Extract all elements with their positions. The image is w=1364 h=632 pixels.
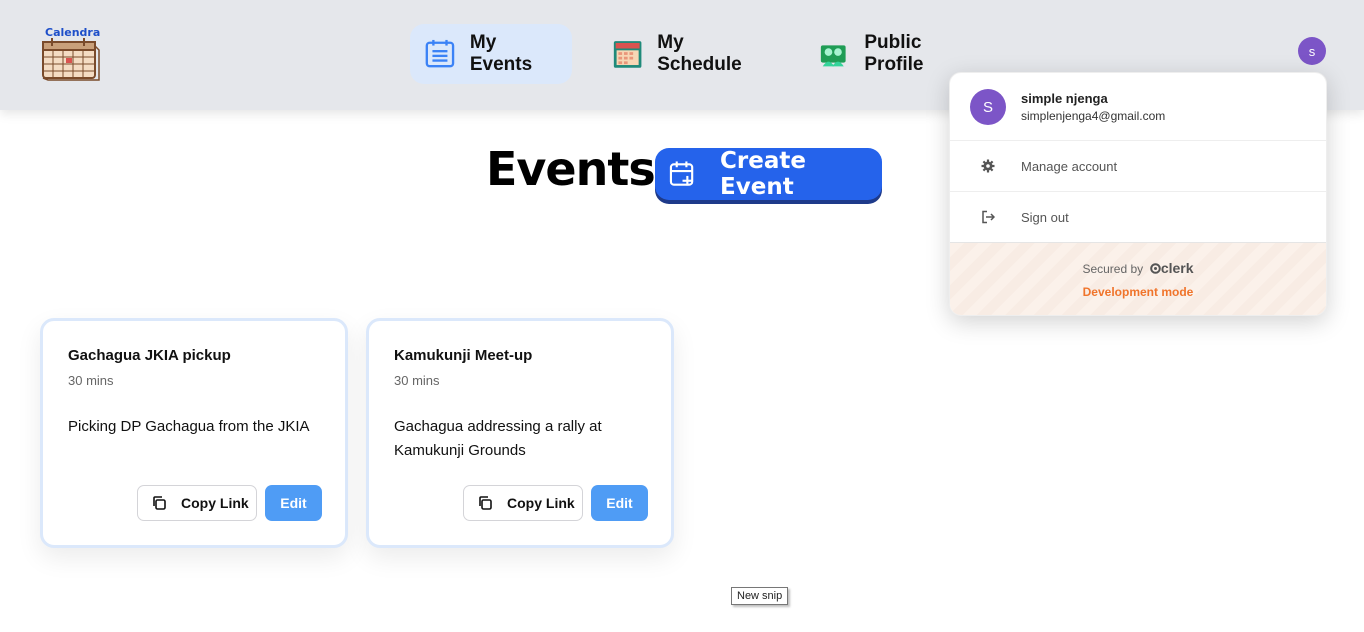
copy-icon <box>153 496 166 510</box>
page-title: Events <box>486 142 656 196</box>
copy-link-button[interactable]: Copy Link <box>463 485 583 521</box>
development-mode-label: Development mode <box>1082 285 1194 299</box>
secured-by-footer: Secured by clerk Development mode <box>950 243 1326 315</box>
copy-link-label: Copy Link <box>507 495 575 511</box>
user-avatar-button[interactable]: s <box>1298 37 1326 65</box>
clerk-logo-icon[interactable]: clerk <box>1147 260 1194 276</box>
event-card: Gachagua JKIA pickup 30 mins Picking DP … <box>40 318 348 548</box>
nav-my-schedule[interactable]: My Schedule <box>598 24 778 84</box>
edit-button[interactable]: Edit <box>265 485 322 521</box>
manage-account-label: Manage account <box>1021 158 1118 174</box>
tooltip: New snip <box>731 587 789 605</box>
user-name: simple njenga <box>1021 91 1108 106</box>
edit-button[interactable]: Edit <box>591 485 648 521</box>
user-info: S simple njenga simplenjenga4@gmail.com <box>950 73 1326 141</box>
secured-by-text: Secured by clerk <box>950 260 1326 276</box>
event-duration: 30 mins <box>394 373 440 388</box>
sign-out-label: Sign out <box>1021 209 1069 225</box>
profile-group-icon <box>820 45 846 67</box>
copy-link-button[interactable]: Copy Link <box>137 485 257 521</box>
event-duration: 30 mins <box>68 373 114 388</box>
calendra-logo[interactable]: Calendra <box>40 24 102 82</box>
nav-my-events[interactable]: My Events <box>410 24 572 84</box>
calendar-logo-icon <box>42 38 100 81</box>
create-event-label: Create Event <box>720 148 806 200</box>
copy-icon <box>479 496 492 510</box>
nav-label: My Events <box>469 32 533 75</box>
event-name: Gachagua JKIA pickup <box>68 347 231 364</box>
sign-out-icon <box>982 210 995 224</box>
secured-by-label: Secured by <box>1082 262 1144 276</box>
event-description: Gachagua addressing a rally at Kamukunji… <box>394 418 602 459</box>
event-name: Kamukunji Meet-up <box>394 347 533 364</box>
create-event-button[interactable]: Create Event <box>655 148 882 200</box>
schedule-icon <box>613 41 642 68</box>
calendar-plus-icon <box>669 161 694 186</box>
user-menu-popover: S simple njenga simplenjenga4@gmail.com … <box>949 72 1327 316</box>
nav-label: My Schedule <box>657 32 742 75</box>
sign-out-button[interactable]: Sign out <box>950 192 1326 243</box>
nav-label: Public Profile <box>864 32 924 75</box>
avatar: S <box>970 89 1006 125</box>
clerk-brand: clerk <box>1160 260 1194 276</box>
gear-icon <box>981 159 995 173</box>
manage-account-button[interactable]: Manage account <box>950 141 1326 192</box>
event-card: Kamukunji Meet-up 30 mins Gachagua addre… <box>366 318 674 548</box>
calendar-list-icon <box>425 39 455 68</box>
event-description: Picking DP Gachagua from the JKIA <box>68 418 310 435</box>
copy-link-label: Copy Link <box>181 495 249 511</box>
user-email: simplenjenga4@gmail.com <box>1021 109 1166 123</box>
